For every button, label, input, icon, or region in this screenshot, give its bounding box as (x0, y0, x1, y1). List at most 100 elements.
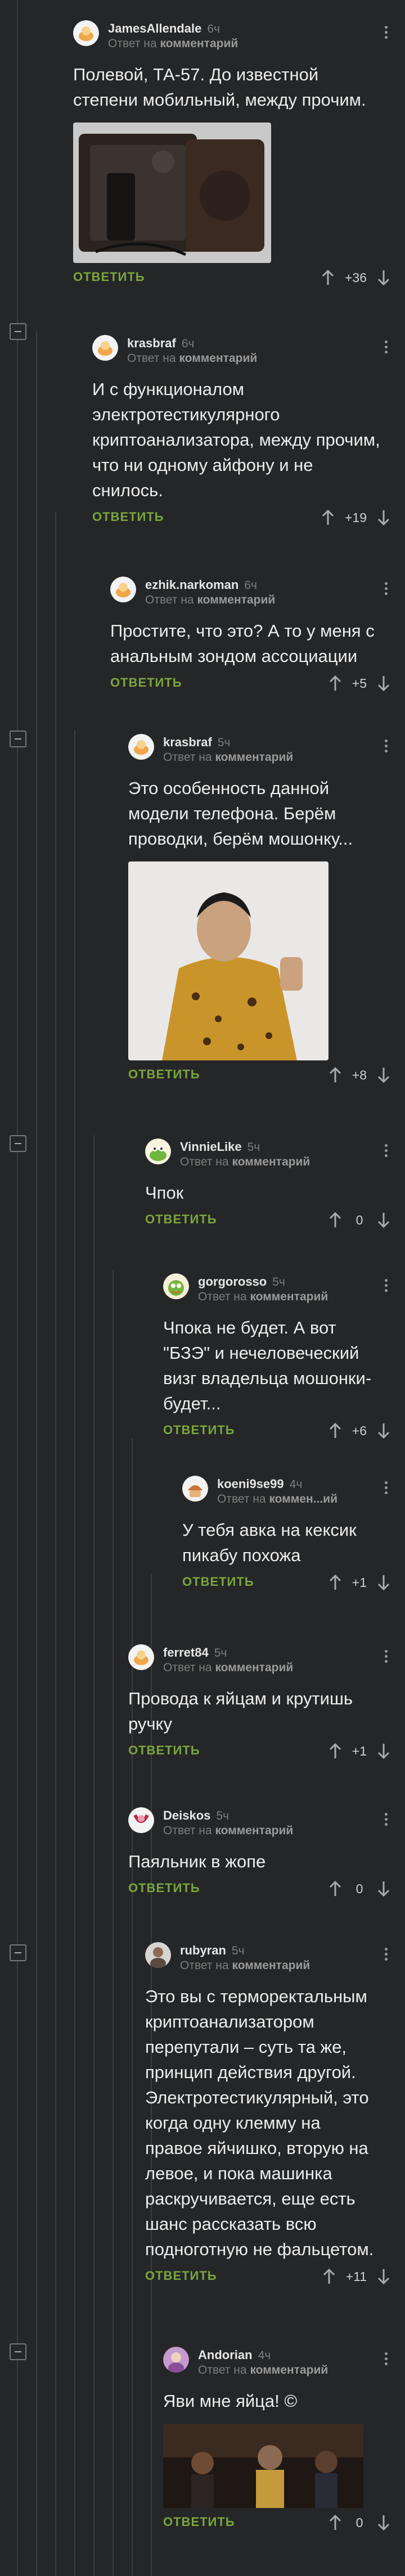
vote-controls: 0 (328, 1209, 390, 1231)
vote-controls: +6 (328, 1419, 390, 1442)
crowd-scene-photo[interactable] (163, 2424, 363, 2508)
upvote-icon[interactable] (321, 269, 335, 286)
avatar[interactable] (92, 335, 118, 361)
downvote-icon[interactable] (377, 1743, 390, 1759)
more-icon[interactable] (385, 1948, 388, 1962)
comment-time: 5ч (216, 1809, 230, 1822)
avatar[interactable] (128, 1644, 154, 1670)
collapse-thread-button[interactable] (10, 1135, 26, 1152)
upvote-icon[interactable] (328, 2514, 342, 2531)
reply-to-link[interactable]: Ответ на комментарий (163, 1824, 293, 1838)
reply-to-link[interactable]: Ответ на коммен...ий (217, 1493, 338, 1506)
avatar[interactable] (182, 1476, 208, 1502)
reply-button[interactable]: ОТВЕТИТЬ (73, 270, 145, 284)
author-name[interactable]: Deiskos 5ч (163, 1808, 229, 1823)
reply-to-link[interactable]: Ответ на комментарий (180, 1155, 310, 1169)
more-icon[interactable] (385, 1813, 388, 1827)
author-name[interactable]: gorgorosso 5ч (198, 1275, 285, 1289)
upvote-icon[interactable] (328, 1574, 342, 1591)
reply-button[interactable]: ОТВЕТИТЬ (128, 1743, 200, 1758)
collapse-thread-button[interactable] (10, 1944, 26, 1961)
downvote-icon[interactable] (377, 2514, 390, 2531)
vote-score: 0 (356, 1212, 363, 1227)
author-name[interactable]: koeni9se99 4ч (217, 1477, 302, 1491)
thread-rail (112, 1270, 114, 2576)
reply-button[interactable]: ОТВЕТИТЬ (163, 2515, 235, 2529)
collapse-thread-button[interactable] (10, 2343, 26, 2360)
more-icon[interactable] (385, 740, 388, 754)
reply-to-link[interactable]: Ответ на комментарий (180, 1959, 310, 1972)
upvote-icon[interactable] (328, 1880, 342, 1897)
more-icon[interactable] (385, 1279, 388, 1294)
reply-to-link[interactable]: Ответ на комментарий (198, 1290, 328, 1304)
avatar[interactable] (110, 577, 136, 602)
comment: krasbraf 5ч Ответ на комментарий Это особ… (128, 731, 405, 1090)
downvote-icon[interactable] (377, 1212, 390, 1228)
downvote-icon[interactable] (377, 1880, 390, 1897)
comment: ezhik.narkoman 6ч Ответ на комментарий Пр… (110, 573, 405, 698)
comment: Deiskos 5ч Ответ на комментарий Паяльник … (128, 1804, 405, 1903)
more-icon[interactable] (385, 26, 388, 40)
author-name[interactable]: krasbraf 5ч (163, 735, 230, 750)
reply-to-link[interactable]: Ответ на комментарий (108, 37, 238, 51)
upvote-icon[interactable] (322, 2268, 336, 2285)
more-icon[interactable] (385, 2352, 388, 2367)
downvote-icon[interactable] (377, 675, 390, 692)
upvote-icon[interactable] (328, 675, 342, 692)
more-icon[interactable] (385, 1144, 388, 1159)
more-icon[interactable] (385, 582, 388, 597)
avatar[interactable] (145, 1139, 171, 1164)
downvote-icon[interactable] (377, 1067, 390, 1083)
reply-to-link[interactable]: Ответ на комментарий (163, 751, 293, 764)
upvote-icon[interactable] (328, 1212, 342, 1228)
downvote-icon[interactable] (377, 269, 390, 286)
man-in-leopard-outfit-photo[interactable] (128, 861, 328, 1060)
vote-controls: +11 (322, 2265, 390, 2288)
reply-button[interactable]: ОТВЕТИТЬ (110, 675, 182, 690)
comment-text: Полевой, ТА-57. До известной степени моб… (73, 65, 366, 110)
upvote-icon[interactable] (328, 1422, 342, 1439)
vote-score: +19 (344, 510, 367, 525)
vote-controls: 0 (328, 1877, 390, 1900)
collapse-thread-button[interactable] (10, 323, 26, 340)
downvote-icon[interactable] (377, 1574, 390, 1591)
author-name[interactable]: VinnieLike 5ч (180, 1140, 260, 1154)
more-icon[interactable] (385, 1650, 388, 1665)
avatar[interactable] (128, 734, 154, 760)
reply-button[interactable]: ОТВЕТИТЬ (128, 1067, 200, 1082)
upvote-icon[interactable] (328, 1743, 342, 1759)
downvote-icon[interactable] (377, 2268, 390, 2285)
avatar[interactable] (128, 1807, 154, 1833)
avatar[interactable] (163, 2347, 189, 2373)
author-name[interactable]: rubyran 5ч (180, 1943, 245, 1958)
reply-button[interactable]: ОТВЕТИТЬ (145, 1212, 217, 1227)
upvote-icon[interactable] (321, 509, 335, 526)
reply-to-link[interactable]: Ответ на комментарий (127, 352, 257, 365)
comment-text: Это вы с терморектальным криптоанализато… (145, 1987, 374, 2259)
avatar[interactable] (73, 20, 99, 46)
reply-to-link[interactable]: Ответ на комментарий (198, 2364, 328, 2377)
reply-button[interactable]: ОТВЕТИТЬ (182, 1575, 254, 1589)
author-name[interactable]: ezhik.narkoman 6ч (145, 578, 257, 592)
author-name[interactable]: JamesAllendale 6ч (108, 21, 220, 36)
reply-button[interactable]: ОТВЕТИТЬ (163, 1423, 235, 1437)
reply-button[interactable]: ОТВЕТИТЬ (92, 510, 164, 524)
upvote-icon[interactable] (328, 1067, 342, 1083)
reply-to-link[interactable]: Ответ на комментарий (163, 1661, 293, 1675)
field-telephone-photo[interactable] (73, 123, 271, 263)
downvote-icon[interactable] (377, 1422, 390, 1439)
downvote-icon[interactable] (377, 509, 390, 526)
more-icon[interactable] (385, 341, 388, 355)
vote-score: +1 (352, 1743, 367, 1758)
avatar[interactable] (145, 1942, 171, 1968)
author-name[interactable]: Andorian 4ч (198, 2348, 271, 2362)
author-name[interactable]: ferret84 5ч (163, 1645, 227, 1660)
author-name[interactable]: krasbraf 6ч (127, 336, 194, 351)
comment: JamesAllendale 6ч Ответ на комментарий По… (73, 17, 405, 292)
reply-to-link[interactable]: Ответ на комментарий (145, 593, 275, 607)
reply-button[interactable]: ОТВЕТИТЬ (145, 2269, 217, 2283)
more-icon[interactable] (385, 1481, 388, 1496)
reply-button[interactable]: ОТВЕТИТЬ (128, 1881, 200, 1895)
avatar[interactable] (163, 1273, 189, 1299)
collapse-thread-button[interactable] (10, 731, 26, 747)
